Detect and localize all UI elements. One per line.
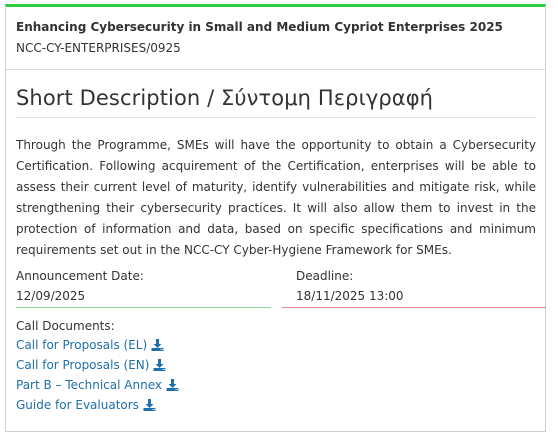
call-document-link-label: Call for Proposals (EL) xyxy=(16,338,148,352)
programme-code: NCC-CY-ENTERPRISES/0925 xyxy=(16,41,181,55)
download-icon xyxy=(143,399,156,411)
announcement-date-block: Announcement Date: 12/09/2025 xyxy=(16,269,271,308)
call-document-link-guide-evaluators[interactable]: Guide for Evaluators xyxy=(16,398,156,412)
call-documents-label: Call Documents: xyxy=(16,319,115,333)
download-icon xyxy=(151,339,164,351)
announcement-date-label: Announcement Date: xyxy=(16,269,144,283)
announcement-date-value: 12/09/2025 xyxy=(16,289,86,303)
download-icon xyxy=(153,359,166,371)
deadline-value: 18/11/2025 13:00 xyxy=(296,289,404,303)
download-icon xyxy=(166,379,179,391)
short-description-text: Through the Programme, SMEs will have th… xyxy=(16,138,536,257)
call-document-link-technical-annex[interactable]: Part B – Technical Annex xyxy=(16,378,179,392)
programme-title: Enhancing Cybersecurity in Small and Med… xyxy=(16,20,503,34)
call-document-link-label: Guide for Evaluators xyxy=(16,398,139,412)
call-document-link-el[interactable]: Call for Proposals (EL) xyxy=(16,338,164,352)
call-document-link-label: Call for Proposals (EN) xyxy=(16,358,150,372)
deadline-label: Deadline: xyxy=(296,269,354,283)
short-description-heading: Short Description / Σύντομη Περιγραφή xyxy=(16,86,434,110)
programme-header: Enhancing Cybersecurity in Small and Med… xyxy=(6,7,545,70)
section-divider xyxy=(16,117,536,118)
programme-card: Enhancing Cybersecurity in Small and Med… xyxy=(5,4,546,432)
call-document-link-label: Part B – Technical Annex xyxy=(16,378,162,392)
call-document-link-en[interactable]: Call for Proposals (EN) xyxy=(16,358,166,372)
deadline-block: Deadline: 18/11/2025 13:00 xyxy=(282,269,546,308)
